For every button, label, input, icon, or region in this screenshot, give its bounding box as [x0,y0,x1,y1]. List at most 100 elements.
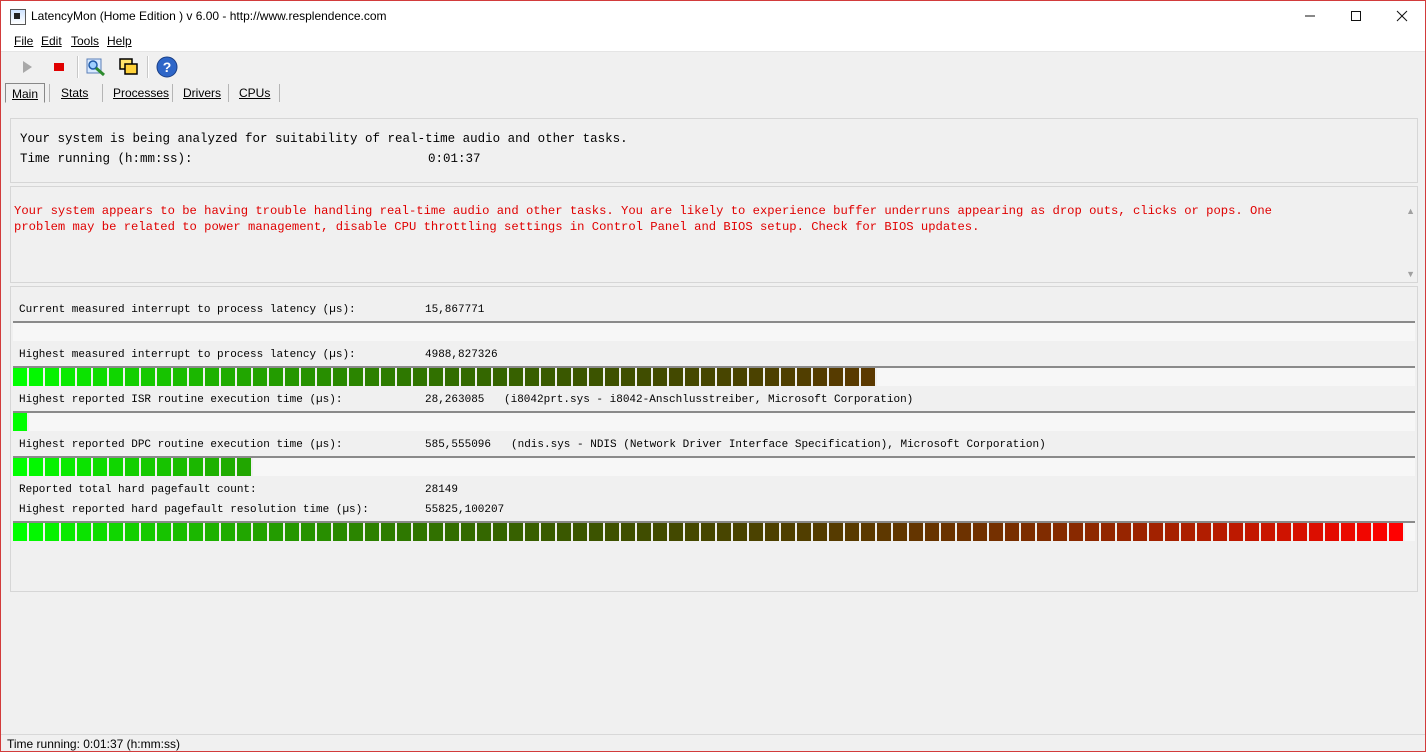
scroll-down-icon[interactable]: ▼ [1406,269,1415,279]
maximize-button[interactable] [1333,1,1379,31]
level-segment [717,368,733,386]
driver-search-button[interactable] [84,55,108,79]
level-segment [221,368,237,386]
level-segment [861,368,877,386]
tab-processes[interactable]: Processes [107,83,175,103]
menu-file[interactable]: File [14,34,33,48]
tab-main[interactable]: Main [5,83,45,103]
level-segment [1069,523,1085,541]
level-segment [45,368,61,386]
svg-text:?: ? [163,59,172,75]
tab-cpus[interactable]: CPUs [233,83,276,103]
level-segment [797,523,813,541]
window-button[interactable] [116,55,140,79]
level-segment [205,368,221,386]
level-segment [1277,523,1293,541]
start-button[interactable] [15,55,39,79]
level-segment [605,523,621,541]
level-segment [493,368,509,386]
tab-separator [279,84,280,102]
level-segment [1293,523,1309,541]
level-segment [1245,523,1261,541]
scroll-up-icon[interactable]: ▲ [1406,206,1415,216]
stop-button[interactable] [47,55,71,79]
level-segment [189,368,205,386]
level-segment [653,523,669,541]
analysis-panel: Your system is being analyzed for suitab… [10,118,1418,183]
app-icon [10,9,26,25]
level-segment [237,523,253,541]
help-button[interactable]: ? [155,55,179,79]
help-icon: ? [156,56,178,78]
level-segment [701,368,717,386]
level-segment [733,523,749,541]
level-segment [637,523,653,541]
warning-panel[interactable]: Your system appears to be having trouble… [10,186,1418,283]
level-segment [541,523,557,541]
window-title: LatencyMon (Home Edition ) v 6.00 - http… [31,9,387,23]
level-segment [669,523,685,541]
level-segment [813,368,829,386]
level-segment [845,368,861,386]
isr-detail: (i8042prt.sys - i8042-Anschlusstreiber, … [504,394,914,406]
level-segment [1181,523,1197,541]
level-segment [493,523,509,541]
level-segment [1309,523,1325,541]
time-running-value: 0:01:37 [428,152,481,166]
menu-tools[interactable]: Tools [71,34,99,48]
level-segment [541,368,557,386]
current-latency-bar [13,321,1415,341]
minimize-icon [1305,15,1315,17]
level-segment [685,523,701,541]
level-segment [669,368,685,386]
level-segment [109,458,125,476]
level-segment [829,523,845,541]
level-segment [125,458,141,476]
level-segment [157,368,173,386]
level-segment [781,368,797,386]
level-segment [93,368,109,386]
title-bar[interactable]: LatencyMon (Home Edition ) v 6.00 - http… [1,1,1425,31]
level-segment [237,458,253,476]
driver-search-icon [86,58,105,77]
level-segment [1261,523,1277,541]
menu-edit[interactable]: Edit [41,34,62,48]
level-segment [333,523,349,541]
level-segment [301,368,317,386]
level-segment [301,523,317,541]
level-segment [717,523,733,541]
level-segment [589,523,605,541]
close-button[interactable] [1379,1,1425,31]
level-segment [13,458,29,476]
level-segment [1165,523,1181,541]
level-segment [445,523,461,541]
level-segment [13,523,29,541]
level-segment [349,523,365,541]
level-segment [173,523,189,541]
menu-help[interactable]: Help [107,34,132,48]
toolbar-separator [77,56,79,78]
tab-drivers[interactable]: Drivers [177,83,227,103]
level-segment [1053,523,1069,541]
level-segment [653,368,669,386]
level-segment [829,368,845,386]
level-segment [1101,523,1117,541]
minimize-button[interactable] [1287,1,1333,31]
analysis-message: Your system is being analyzed for suitab… [20,132,628,146]
level-segment [749,368,765,386]
level-segment [157,458,173,476]
level-segment [637,368,653,386]
app-window: LatencyMon (Home Edition ) v 6.00 - http… [0,0,1426,752]
level-segment [861,523,877,541]
level-segment [253,523,269,541]
level-segment [1117,523,1133,541]
level-segment [1389,523,1405,541]
level-segment [1373,523,1389,541]
level-segment [621,368,637,386]
tab-stats[interactable]: Stats [55,83,94,103]
status-text: Time running: 0:01:37 (h:mm:ss) [7,737,180,751]
level-segment [765,368,781,386]
level-segment [109,368,125,386]
level-segment [237,368,253,386]
level-segment [877,523,893,541]
